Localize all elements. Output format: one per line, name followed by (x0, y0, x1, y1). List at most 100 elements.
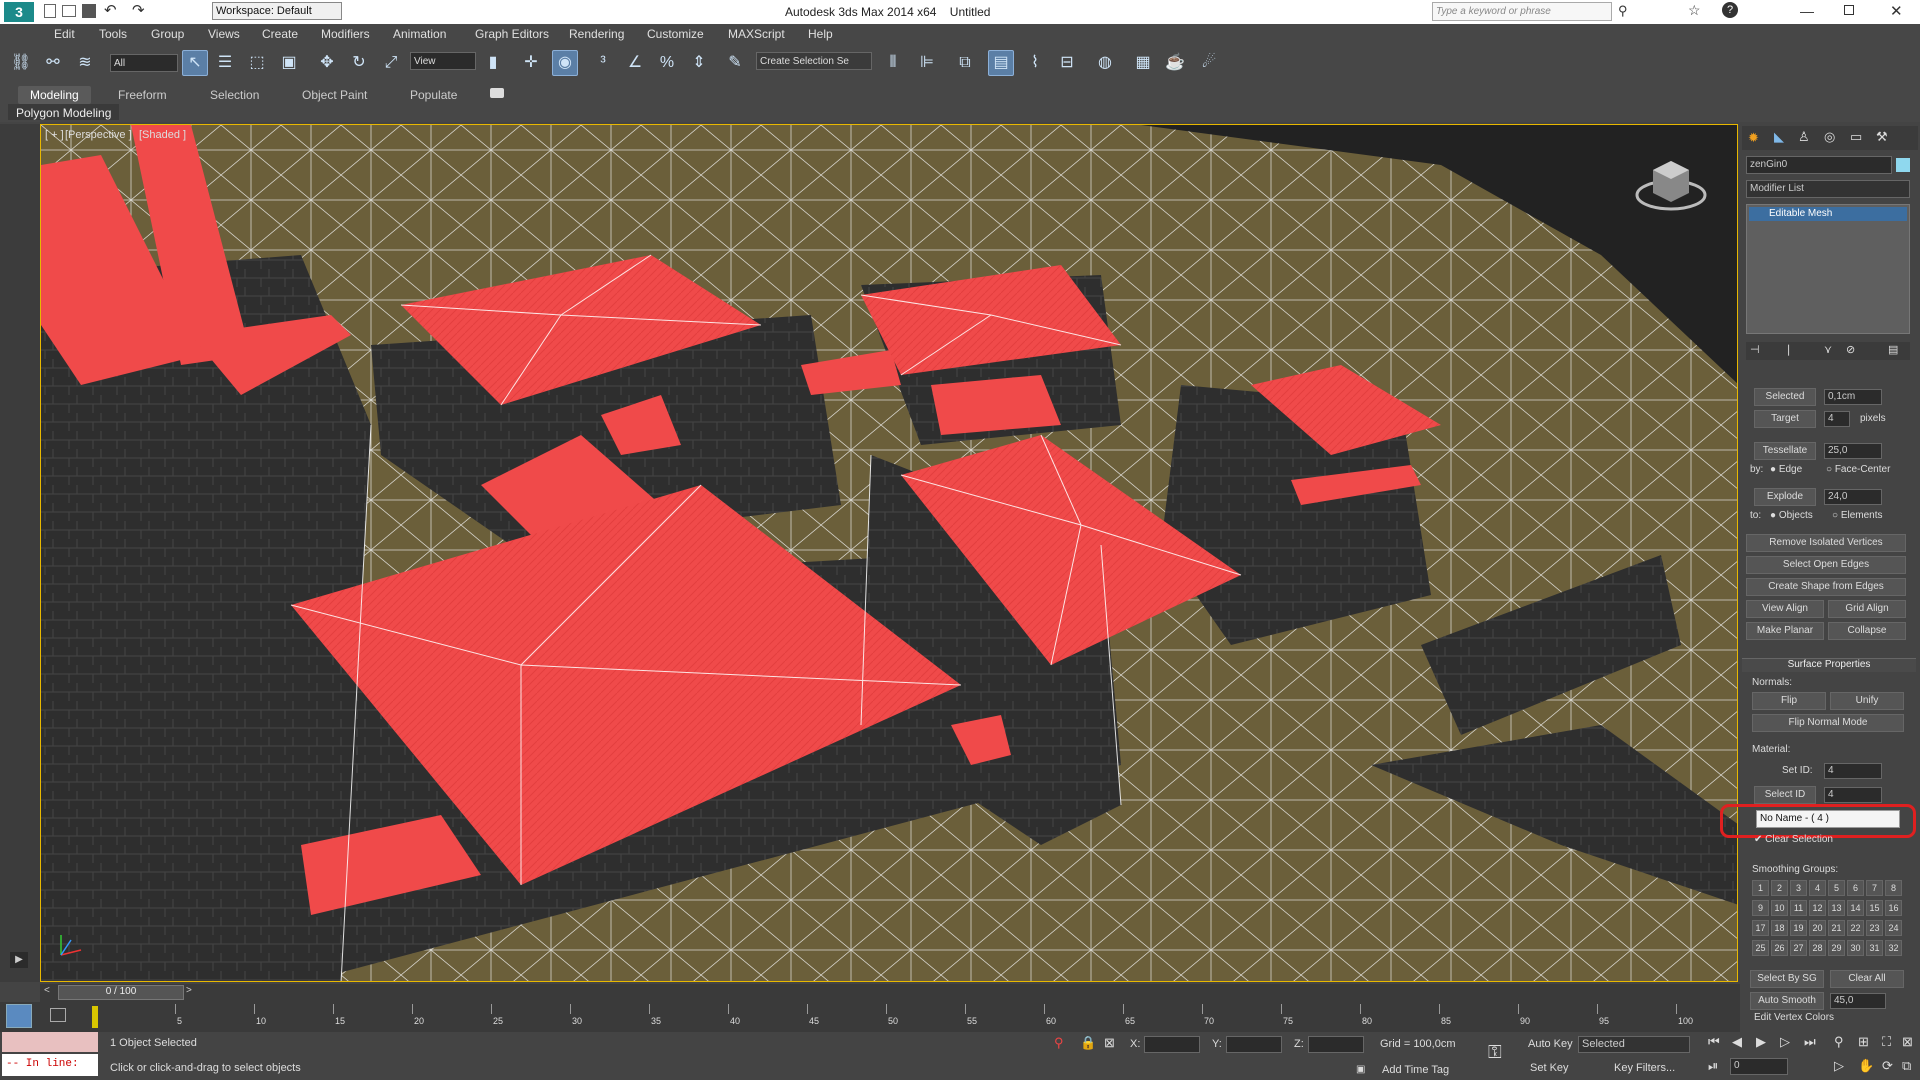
surface-properties-rollout[interactable]: Surface Properties (1742, 658, 1916, 672)
smoothing-group-button[interactable]: 12 (1809, 900, 1826, 916)
smoothing-group-button[interactable]: 8 (1885, 880, 1902, 896)
collapse-button[interactable]: Collapse (1828, 622, 1906, 640)
mini-curve-editor-icon[interactable] (6, 1004, 32, 1028)
isolate-selection-icon[interactable]: ⚲ (1054, 1035, 1064, 1051)
mirror-icon[interactable]: ⫴ (880, 50, 906, 76)
configure-sets-icon[interactable]: ▤ (1888, 343, 1898, 356)
menu-group[interactable]: Group (151, 27, 184, 41)
create-tab-icon[interactable]: ✹ (1748, 130, 1759, 146)
go-to-end-icon[interactable]: ⏭ (1804, 1034, 1816, 1050)
schematic-view-icon[interactable]: ⊟ (1054, 50, 1080, 76)
clear-selection-checkbox[interactable]: ✔ Clear Selection (1754, 834, 1833, 845)
tab-populate[interactable]: Populate (410, 88, 457, 102)
named-selection-dropdown[interactable]: Create Selection Se (756, 52, 872, 70)
smoothing-group-button[interactable]: 20 (1809, 920, 1826, 936)
viewport-menu-shading[interactable]: [Shaded ] (139, 129, 186, 141)
smoothing-group-button[interactable]: 32 (1885, 940, 1902, 956)
star-icon[interactable]: ☆ (1688, 2, 1701, 19)
y-coord-field[interactable] (1226, 1036, 1282, 1053)
add-time-tag-label[interactable]: Add Time Tag (1382, 1064, 1449, 1076)
scale-icon[interactable]: ⤢ (378, 50, 404, 76)
key-mode-icon[interactable] (50, 1008, 66, 1022)
menu-create[interactable]: Create (262, 27, 298, 41)
prev-frame-icon[interactable]: < (44, 985, 56, 1000)
layer-manager-icon[interactable]: ⧉ (952, 50, 978, 76)
open-file-icon[interactable] (62, 5, 76, 17)
app-logo-icon[interactable]: 3 (4, 2, 34, 22)
track-bar[interactable]: 5 10 15 20 25 30 35 40 45 50 55 60 65 70 75 80 85 90 95 100 (0, 1002, 1740, 1032)
workspace-dropdown[interactable]: Workspace: Default (212, 2, 342, 20)
viewport-menu-view[interactable]: [Perspective ] (65, 129, 132, 141)
align-icon[interactable]: ⊫ (914, 50, 940, 76)
smoothing-group-button[interactable]: 13 (1828, 900, 1845, 916)
smoothing-group-button[interactable]: 30 (1847, 940, 1864, 956)
help-icon[interactable]: ? (1722, 2, 1738, 18)
zoom-extents-all-icon[interactable]: ⊠ (1902, 1034, 1913, 1050)
rotate-icon[interactable]: ↻ (346, 50, 372, 76)
ribbon-options-icon[interactable] (490, 88, 504, 98)
display-tab-icon[interactable]: ▭ (1850, 129, 1862, 145)
selection-filter-dropdown[interactable]: All (110, 54, 178, 72)
menu-help[interactable]: Help (808, 27, 833, 41)
set-key-button[interactable]: Set Key (1530, 1062, 1569, 1074)
smoothing-group-button[interactable]: 18 (1771, 920, 1788, 936)
select-id-spinner[interactable]: 4 (1824, 787, 1882, 803)
smoothing-group-button[interactable]: 4 (1809, 880, 1826, 896)
auto-smooth-button[interactable]: Auto Smooth (1750, 992, 1824, 1010)
pin-stack-icon[interactable]: ⊣ (1750, 343, 1760, 356)
menu-rendering[interactable]: Rendering (569, 27, 624, 41)
search-input[interactable]: Type a keyword or phrase (1432, 2, 1612, 21)
pivot-icon[interactable]: ▮ (480, 50, 506, 76)
manipulate-icon[interactable]: ✛ (518, 50, 544, 76)
selected-weld-spinner[interactable]: 0,1cm (1824, 389, 1882, 405)
menu-maxscript[interactable]: MAXScript (728, 27, 785, 41)
edit-named-sets-icon[interactable]: ✎ (722, 50, 748, 76)
selected-button[interactable]: Selected (1754, 388, 1816, 406)
smoothing-group-button[interactable]: 1 (1752, 880, 1769, 896)
perspective-viewport[interactable]: [ + ] [Perspective ] [Shaded ] (40, 124, 1738, 982)
target-button[interactable]: Target (1754, 410, 1816, 428)
binoculars-icon[interactable]: ⚲ (1618, 3, 1628, 19)
spinner-snap-icon[interactable]: ⇕ (686, 50, 712, 76)
smoothing-group-button[interactable]: 6 (1847, 880, 1864, 896)
smoothing-group-button[interactable]: 21 (1828, 920, 1845, 936)
smoothing-group-button[interactable]: 3 (1790, 880, 1807, 896)
menu-customize[interactable]: Customize (647, 27, 704, 41)
smoothing-group-button[interactable]: 22 (1847, 920, 1864, 936)
object-name-field[interactable]: zenGin0 (1746, 156, 1892, 174)
key-mode-dropdown[interactable]: Selected (1578, 1036, 1690, 1053)
expand-arrow-icon[interactable]: ▶ (10, 952, 28, 968)
smoothing-group-button[interactable]: 24 (1885, 920, 1902, 936)
material-name-dropdown[interactable]: No Name - ( 4 ) (1756, 810, 1900, 828)
smoothing-group-button[interactable]: 25 (1752, 940, 1769, 956)
edit-vertex-colors-rollout[interactable]: Edit Vertex Colors (1754, 1012, 1834, 1023)
tessellate-spinner[interactable]: 25,0 (1824, 443, 1882, 459)
select-by-sg-button[interactable]: Select By SG (1750, 970, 1824, 988)
unify-button[interactable]: Unify (1830, 692, 1904, 710)
viewport-menu-plus[interactable]: [ + ] (45, 129, 64, 141)
undo-icon[interactable]: ↶ (104, 1, 117, 19)
rendered-frame-icon[interactable]: ☕ (1162, 50, 1188, 76)
remove-isolated-vertices-button[interactable]: Remove Isolated Vertices (1746, 534, 1906, 552)
explode-spinner[interactable]: 24,0 (1824, 489, 1882, 505)
selection-lock-icon[interactable]: 🔒 (1080, 1035, 1096, 1051)
smoothing-group-button[interactable]: 10 (1771, 900, 1788, 916)
render-icon[interactable]: ☄ (1196, 50, 1222, 76)
make-unique-icon[interactable]: ⋎ (1824, 343, 1832, 356)
window-crossing-icon[interactable]: ▣ (276, 50, 302, 76)
add-time-tag-icon[interactable]: ▣ (1356, 1064, 1365, 1075)
motion-tab-icon[interactable]: ◎ (1824, 129, 1835, 145)
go-to-start-icon[interactable]: ⏮ (1708, 1034, 1720, 1050)
select-open-edges-button[interactable]: Select Open Edges (1746, 556, 1906, 574)
curve-editor-icon[interactable]: ⌇ (1022, 50, 1048, 76)
percent-snap-icon[interactable]: % (654, 50, 680, 76)
menu-graph-editors[interactable]: Graph Editors (475, 27, 549, 41)
save-icon[interactable] (82, 4, 96, 18)
smoothing-group-button[interactable]: 31 (1866, 940, 1883, 956)
remove-modifier-icon[interactable]: ⊘ (1846, 343, 1855, 356)
new-file-icon[interactable] (44, 4, 56, 18)
object-color-swatch[interactable] (1896, 158, 1910, 172)
maximize-viewport-icon[interactable]: ⧉ (1902, 1058, 1911, 1074)
smoothing-group-button[interactable]: 28 (1809, 940, 1826, 956)
bind-space-warp-icon[interactable]: ≋ (72, 50, 98, 76)
